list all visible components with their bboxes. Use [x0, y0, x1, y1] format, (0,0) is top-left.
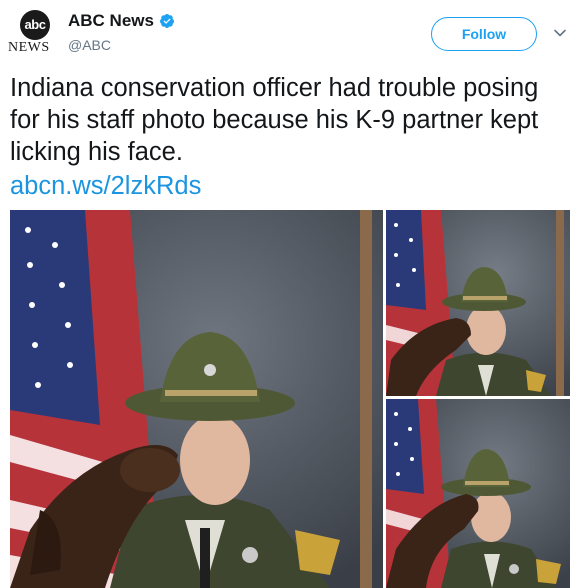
avatar[interactable]: abc NEWS: [8, 10, 64, 60]
handle[interactable]: @ABC: [68, 37, 111, 53]
officer-dog-photo-illustration: [10, 210, 383, 588]
main-photo[interactable]: [10, 210, 383, 588]
tweet-header: abc NEWS ABC News @ABC Follow: [0, 0, 583, 66]
tweet-link[interactable]: abcn.ws/2lzkRds: [10, 170, 201, 202]
tweet-text: Indiana conservation officer had trouble…: [10, 74, 539, 166]
display-name[interactable]: ABC News: [68, 11, 154, 31]
bottom-right-photo[interactable]: [386, 399, 570, 588]
name-row: ABC News: [68, 11, 175, 31]
chevron-down-icon[interactable]: [553, 26, 567, 40]
verified-badge-icon: [159, 14, 174, 28]
abc-logo: abc: [20, 10, 50, 40]
news-logo-text: NEWS: [8, 40, 50, 55]
top-right-photo[interactable]: [386, 210, 570, 396]
officer-dog-photo-illustration: [386, 210, 570, 396]
officer-dog-photo-illustration: [386, 399, 570, 588]
media-grid: [10, 210, 570, 588]
follow-button[interactable]: Follow: [431, 17, 537, 51]
